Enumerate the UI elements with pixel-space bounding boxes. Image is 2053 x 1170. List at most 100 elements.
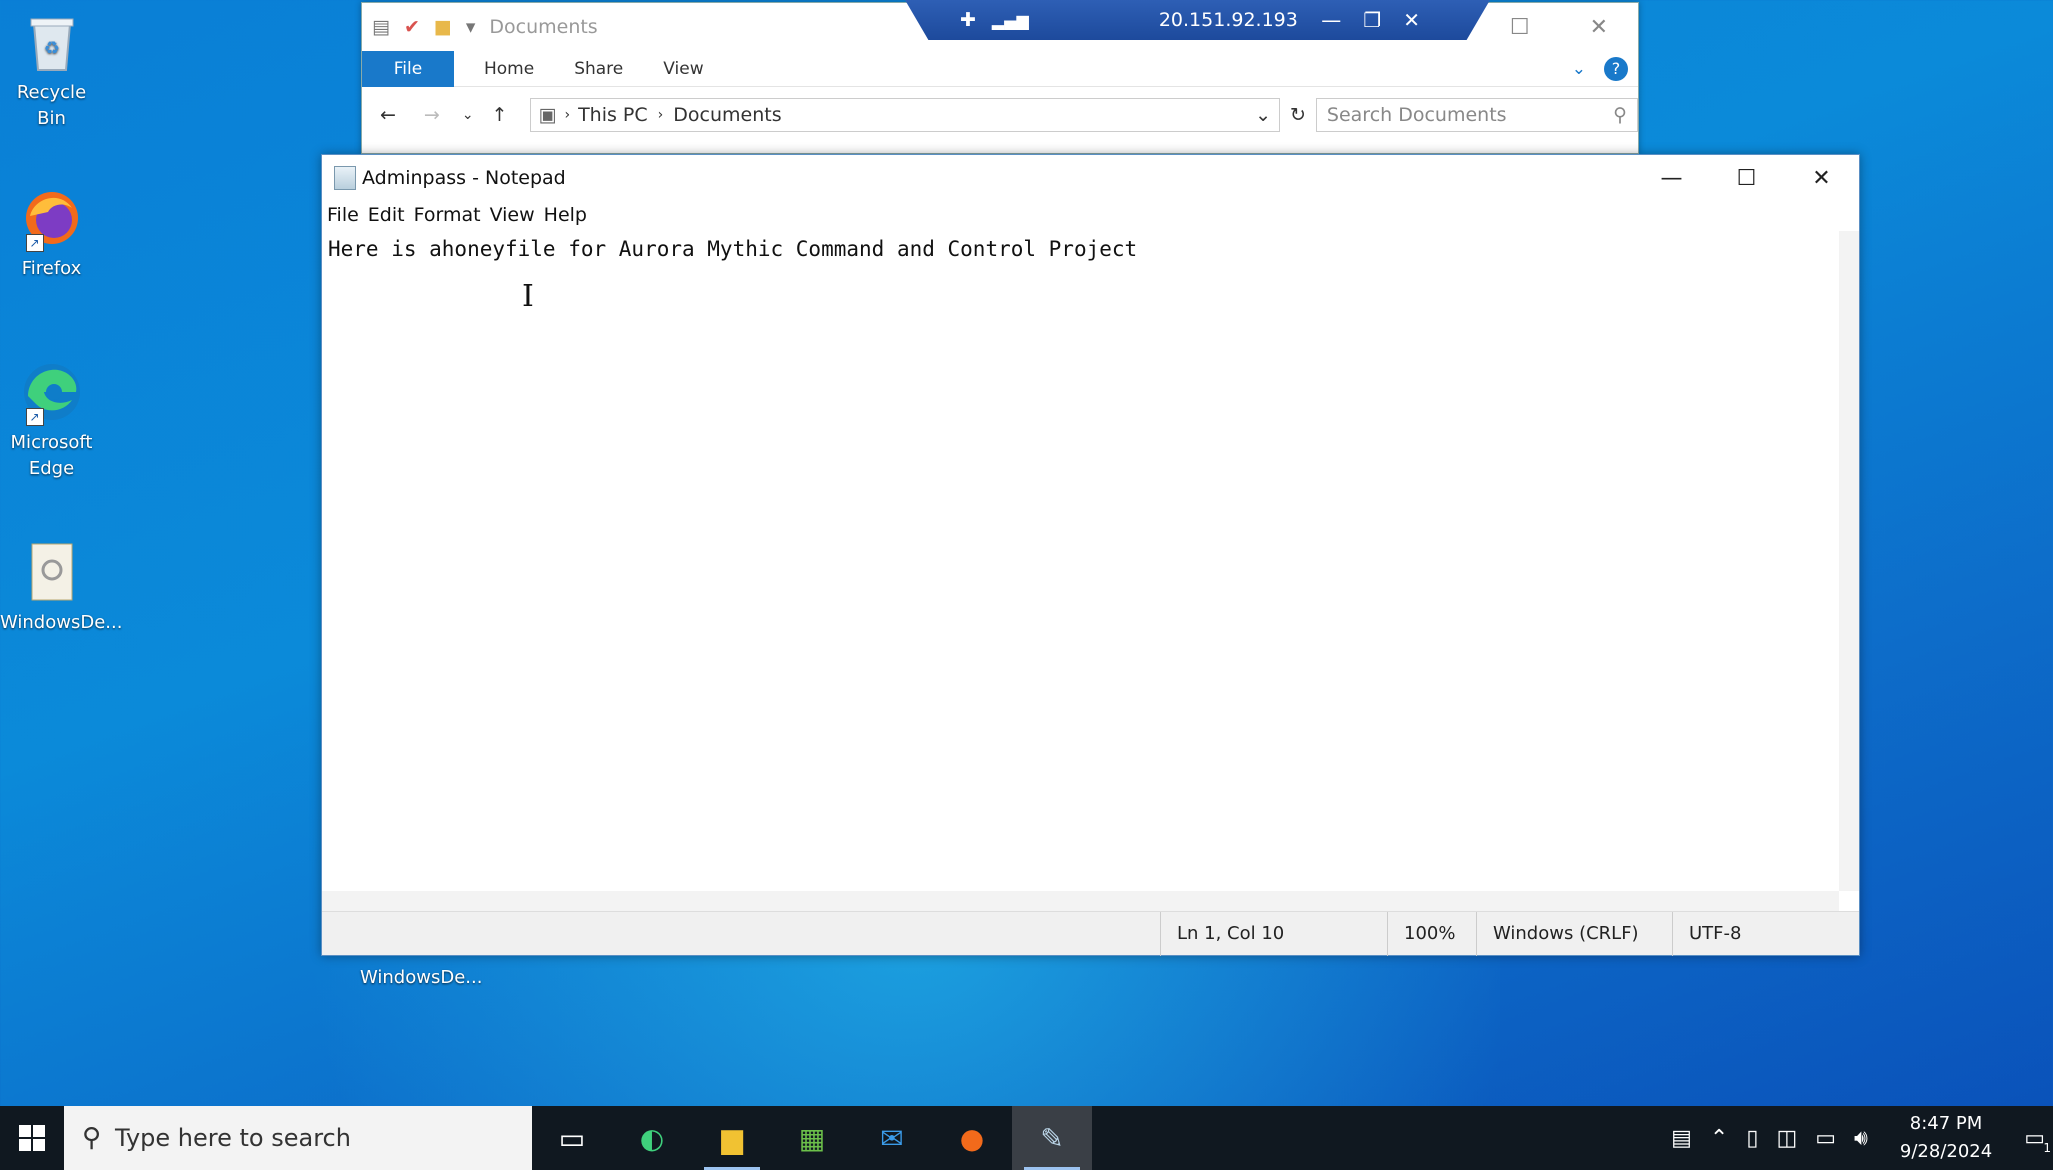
properties-icon[interactable]: ▤ xyxy=(372,16,390,38)
address-bar[interactable]: ▣ › This PC › Documents ⌄ xyxy=(529,98,1280,132)
checkmark-icon[interactable]: ✔ xyxy=(404,16,420,38)
vertical-scrollbar[interactable] xyxy=(1839,231,1859,891)
breadcrumb-this-pc[interactable]: This PC xyxy=(578,104,648,126)
recent-locations-icon[interactable]: ⌄ xyxy=(462,107,474,123)
mail-taskbar-icon[interactable]: ✉ xyxy=(852,1106,932,1170)
usb-icon[interactable]: ▯ xyxy=(1746,1126,1758,1151)
clock-time: 8:47 PM xyxy=(1909,1113,1983,1134)
taskbar-search-placeholder: Type here to search xyxy=(115,1124,351,1152)
search-icon: ⚲ xyxy=(82,1123,102,1153)
rdp-close-icon[interactable]: ✕ xyxy=(1403,8,1420,32)
status-position: Ln 1, Col 10 xyxy=(1160,911,1387,956)
document-file-icon xyxy=(20,540,84,604)
clock[interactable]: 8:47 PM 9/28/2024 xyxy=(1900,1110,1992,1166)
address-dropdown-icon[interactable]: ⌄ xyxy=(1255,104,1271,126)
notepad-text-area[interactable]: Here is ahoneyfile for Aurora Mythic Com… xyxy=(322,231,1839,891)
breadcrumb-documents[interactable]: Documents xyxy=(673,104,781,126)
menu-format[interactable]: Format xyxy=(414,204,481,226)
firefox-desktop-icon[interactable]: ↗ Firefox xyxy=(0,186,103,282)
help-icon[interactable]: ? xyxy=(1604,56,1628,81)
rdp-host: 20.151.92.193 xyxy=(1158,9,1298,31)
menu-edit[interactable]: Edit xyxy=(368,204,405,226)
explorer-title: Documents xyxy=(489,16,598,38)
pin-icon[interactable]: ✚ xyxy=(960,9,976,31)
recycle-bin-icon[interactable]: ♻ Recycle Bin xyxy=(0,10,103,132)
refresh-icon[interactable]: ↻ xyxy=(1290,104,1306,126)
taskbar-search-box[interactable]: ⚲ Type here to search xyxy=(64,1106,532,1170)
firefox-label: Firefox xyxy=(21,258,82,279)
network-icon[interactable]: ▭ xyxy=(1815,1126,1836,1151)
status-line-ending: Windows (CRLF) xyxy=(1476,911,1672,956)
firefox-taskbar-icon[interactable]: ● xyxy=(932,1106,1012,1170)
edge-label: Microsoft Edge xyxy=(10,432,93,479)
notepad-title: Adminpass - Notepad xyxy=(362,167,566,189)
windowsde-folder-icon[interactable]: WindowsDe... xyxy=(0,540,123,636)
edge-taskbar-icon[interactable]: ◐ xyxy=(612,1106,692,1170)
back-icon[interactable]: ← xyxy=(380,104,396,126)
forward-icon[interactable]: → xyxy=(424,104,440,126)
svg-text:♻: ♻ xyxy=(43,38,59,59)
address-row: ← → ⌄ ↑ ▣ › This PC › Documents ⌄ ↻ Sear… xyxy=(362,87,1638,143)
tab-home[interactable]: Home xyxy=(454,59,554,79)
ribbon-tabs: File Home Share View ⌄ ? xyxy=(362,50,1638,87)
breadcrumb-separator-icon: › xyxy=(657,107,664,123)
menu-help[interactable]: Help xyxy=(544,204,587,226)
quick-access-toolbar: ▤ ✔ ■ ▾ xyxy=(372,16,475,38)
start-button[interactable] xyxy=(0,1106,64,1170)
windowsde-hidden-icon[interactable]: WindowsDe... xyxy=(360,965,483,991)
up-icon[interactable]: ↑ xyxy=(492,104,508,126)
search-placeholder: Search Documents xyxy=(1326,104,1507,126)
news-icon[interactable]: ▤ xyxy=(1671,1126,1692,1151)
windows-logo-icon xyxy=(19,1125,45,1151)
text-cursor-icon: I xyxy=(522,279,534,314)
maximize-button[interactable]: ☐ xyxy=(1709,155,1784,201)
chevron-down-icon[interactable]: ▾ xyxy=(466,16,476,38)
file-explorer-taskbar-icon[interactable]: ▆ xyxy=(692,1106,772,1170)
close-icon[interactable]: ✕ xyxy=(1590,15,1608,40)
notification-center-icon[interactable]: ▭ 1 xyxy=(2024,1126,2051,1155)
new-folder-icon[interactable]: ■ xyxy=(434,16,452,38)
status-zoom: 100% xyxy=(1387,911,1476,956)
windowsde-hidden-label: WindowsDe... xyxy=(360,967,483,988)
menu-view[interactable]: View xyxy=(490,204,535,226)
volume-icon[interactable]: 🔊︎ xyxy=(1854,1126,1868,1151)
search-documents-input[interactable]: Search Documents ⚲ xyxy=(1315,98,1638,132)
expand-ribbon-icon[interactable]: ⌄ xyxy=(1572,59,1586,79)
maximize-icon[interactable]: ☐ xyxy=(1510,15,1530,40)
notepad-icon xyxy=(334,166,356,190)
show-hidden-icons-icon[interactable]: ⌃ xyxy=(1710,1126,1728,1151)
edge-desktop-icon[interactable]: ↗ Microsoft Edge xyxy=(0,360,103,482)
shortcut-arrow-icon: ↗ xyxy=(25,234,44,252)
tab-view[interactable]: View xyxy=(643,59,723,79)
status-encoding: UTF-8 xyxy=(1672,911,1741,956)
notepad-statusbar: Ln 1, Col 10 100% Windows (CRLF) UTF-8 xyxy=(322,911,1859,956)
rdp-connection-bar[interactable]: ✚ ▂▄▆ 20.151.92.193 — ❐ ✕ xyxy=(905,0,1490,40)
search-icon: ⚲ xyxy=(1613,104,1627,126)
tab-share[interactable]: Share xyxy=(554,59,643,79)
store-taskbar-icon[interactable]: ▦ xyxy=(772,1106,852,1170)
signal-icon: ▂▄▆ xyxy=(991,10,1029,30)
tab-file[interactable]: File xyxy=(362,50,454,87)
minimize-button[interactable]: — xyxy=(1634,155,1709,201)
system-tray: ▤ ⌃ ▯ ◫ ▭ 🔊︎ 8:47 PM 9/28/2024 ▭ 1 xyxy=(1671,1110,2053,1166)
windowsde-label: WindowsDe... xyxy=(0,612,123,633)
menu-file[interactable]: File xyxy=(327,204,359,226)
shortcut-arrow-icon: ↗ xyxy=(25,408,44,426)
task-view-icon[interactable]: ▭ xyxy=(532,1106,612,1170)
breadcrumb-separator-icon: › xyxy=(564,107,571,123)
rdp-restore-icon[interactable]: ❐ xyxy=(1363,8,1381,32)
notepad-titlebar[interactable]: Adminpass - Notepad — ☐ ✕ xyxy=(322,155,1859,201)
horizontal-scrollbar[interactable] xyxy=(322,891,1839,911)
firefox-icon: ↗ xyxy=(20,186,84,252)
taskbar: ⚲ Type here to search ▭ ◐ ▆ ▦ ✉ ● ✎ ▤ ⌃ … xyxy=(0,1106,2053,1170)
clock-date: 9/28/2024 xyxy=(1899,1141,1993,1162)
recycle-bin-image: ♻ xyxy=(20,10,84,74)
meet-icon[interactable]: ◫ xyxy=(1776,1126,1797,1151)
notepad-window[interactable]: Adminpass - Notepad — ☐ ✕ File Edit Form… xyxy=(321,154,1860,956)
edge-icon: ↗ xyxy=(20,360,84,426)
rdp-minimize-icon[interactable]: — xyxy=(1321,8,1341,32)
close-button[interactable]: ✕ xyxy=(1784,155,1859,201)
notepad-taskbar-icon[interactable]: ✎ xyxy=(1012,1106,1092,1170)
notepad-menubar: File Edit Format View Help xyxy=(322,201,1859,229)
recycle-bin-label: Recycle Bin xyxy=(16,82,87,129)
